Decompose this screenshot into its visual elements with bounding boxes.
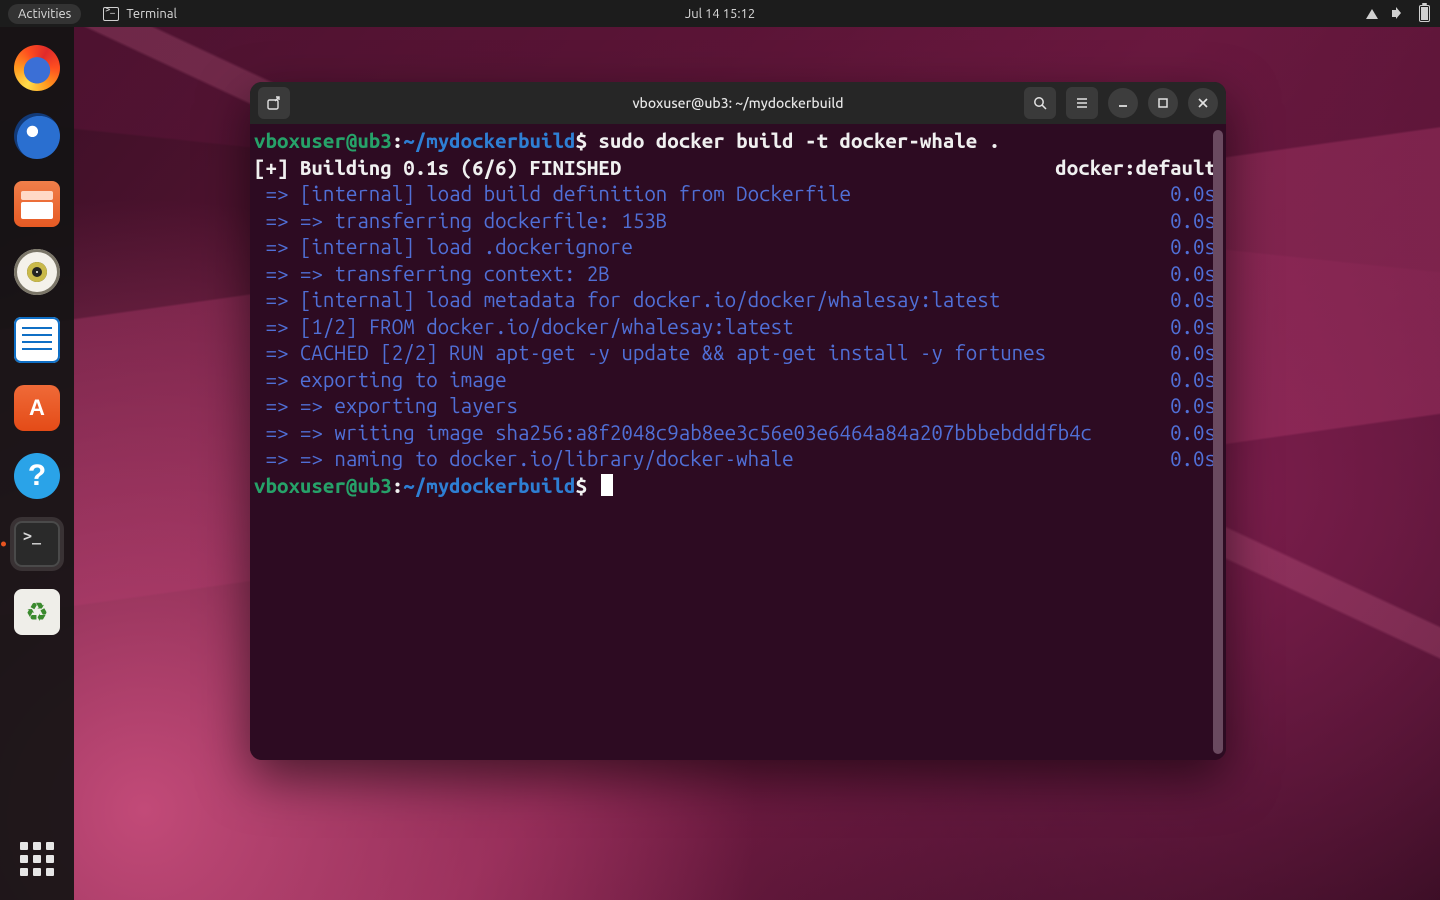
trash-icon bbox=[14, 589, 60, 635]
topbar-clock[interactable]: Jul 14 15:12 bbox=[685, 7, 755, 21]
terminal-viewport[interactable]: vboxuser@ub3:~/mydockerbuild$ sudo docke… bbox=[250, 124, 1226, 760]
terminal-line: [+] Building 0.1s (6/6) FINISHEDdocker:d… bbox=[254, 155, 1216, 182]
topbar-app-label: Terminal bbox=[126, 7, 177, 21]
terminal-line: => => transferring context: 2B0.0s bbox=[254, 261, 1216, 288]
topbar-focused-app[interactable]: Terminal bbox=[103, 7, 177, 21]
thunderbird-icon bbox=[14, 113, 60, 159]
dock-app-trash[interactable] bbox=[10, 585, 64, 639]
dock-app-files[interactable] bbox=[10, 177, 64, 231]
files-icon bbox=[14, 181, 60, 227]
battery-icon bbox=[1419, 5, 1430, 22]
top-panel: Activities Terminal Jul 14 15:12 bbox=[0, 0, 1440, 27]
network-icon bbox=[1366, 9, 1378, 19]
show-applications-button[interactable] bbox=[20, 842, 54, 876]
ubuntu-software-icon bbox=[14, 385, 60, 431]
terminal-line: => => writing image sha256:a8f2048c9ab8e… bbox=[254, 420, 1216, 447]
dock-app-libreoffice-writer[interactable] bbox=[10, 313, 64, 367]
rhythmbox-icon bbox=[14, 249, 60, 295]
volume-icon bbox=[1392, 7, 1405, 20]
dock-app-ubuntu-software[interactable] bbox=[10, 381, 64, 435]
menu-icon bbox=[1074, 95, 1090, 111]
dock-app-thunderbird[interactable] bbox=[10, 109, 64, 163]
window-title: vboxuser@ub3: ~/mydockerbuild bbox=[632, 95, 843, 111]
terminal-line: => [internal] load build definition from… bbox=[254, 181, 1216, 208]
window-titlebar[interactable]: vboxuser@ub3: ~/mydockerbuild bbox=[250, 82, 1226, 124]
search-button[interactable] bbox=[1024, 87, 1056, 119]
terminal-line: => => exporting layers0.0s bbox=[254, 393, 1216, 420]
system-tray[interactable] bbox=[1366, 5, 1430, 22]
activities-button[interactable]: Activities bbox=[8, 4, 81, 24]
terminal-scrollbar[interactable] bbox=[1213, 130, 1223, 754]
dock bbox=[0, 27, 74, 900]
hamburger-menu-button[interactable] bbox=[1066, 87, 1098, 119]
terminal-icon bbox=[103, 7, 119, 21]
libreoffice-writer-icon bbox=[14, 317, 60, 363]
search-icon bbox=[1032, 95, 1048, 111]
terminal-line: => CACHED [2/2] RUN apt-get -y update &&… bbox=[254, 340, 1216, 367]
maximize-icon bbox=[1156, 96, 1170, 110]
dock-app-terminal[interactable] bbox=[10, 517, 64, 571]
maximize-button[interactable] bbox=[1148, 88, 1178, 118]
terminal-icon bbox=[14, 521, 60, 567]
terminal-line: => => transferring dockerfile: 153B0.0s bbox=[254, 208, 1216, 235]
terminal-line: => [internal] load .dockerignore0.0s bbox=[254, 234, 1216, 261]
terminal-line: => [internal] load metadata for docker.i… bbox=[254, 287, 1216, 314]
minimize-button[interactable] bbox=[1108, 88, 1138, 118]
terminal-window: vboxuser@ub3: ~/mydockerbuild vboxuser@u… bbox=[250, 82, 1226, 760]
minimize-icon bbox=[1116, 96, 1130, 110]
terminal-cursor bbox=[601, 474, 613, 496]
terminal-line: => => naming to docker.io/library/docker… bbox=[254, 446, 1216, 473]
close-icon bbox=[1196, 96, 1210, 110]
terminal-line: vboxuser@ub3:~/mydockerbuild$ sudo docke… bbox=[254, 128, 1216, 155]
dock-app-rhythmbox[interactable] bbox=[10, 245, 64, 299]
new-tab-button[interactable] bbox=[258, 87, 290, 119]
help-icon bbox=[14, 453, 60, 499]
terminal-line: => exporting to image0.0s bbox=[254, 367, 1216, 394]
terminal-line: => [1/2] FROM docker.io/docker/whalesay:… bbox=[254, 314, 1216, 341]
dock-app-help[interactable] bbox=[10, 449, 64, 503]
dock-app-firefox[interactable] bbox=[10, 41, 64, 95]
terminal-line: vboxuser@ub3:~/mydockerbuild$ bbox=[254, 473, 1216, 500]
firefox-icon bbox=[14, 45, 60, 91]
close-button[interactable] bbox=[1188, 88, 1218, 118]
